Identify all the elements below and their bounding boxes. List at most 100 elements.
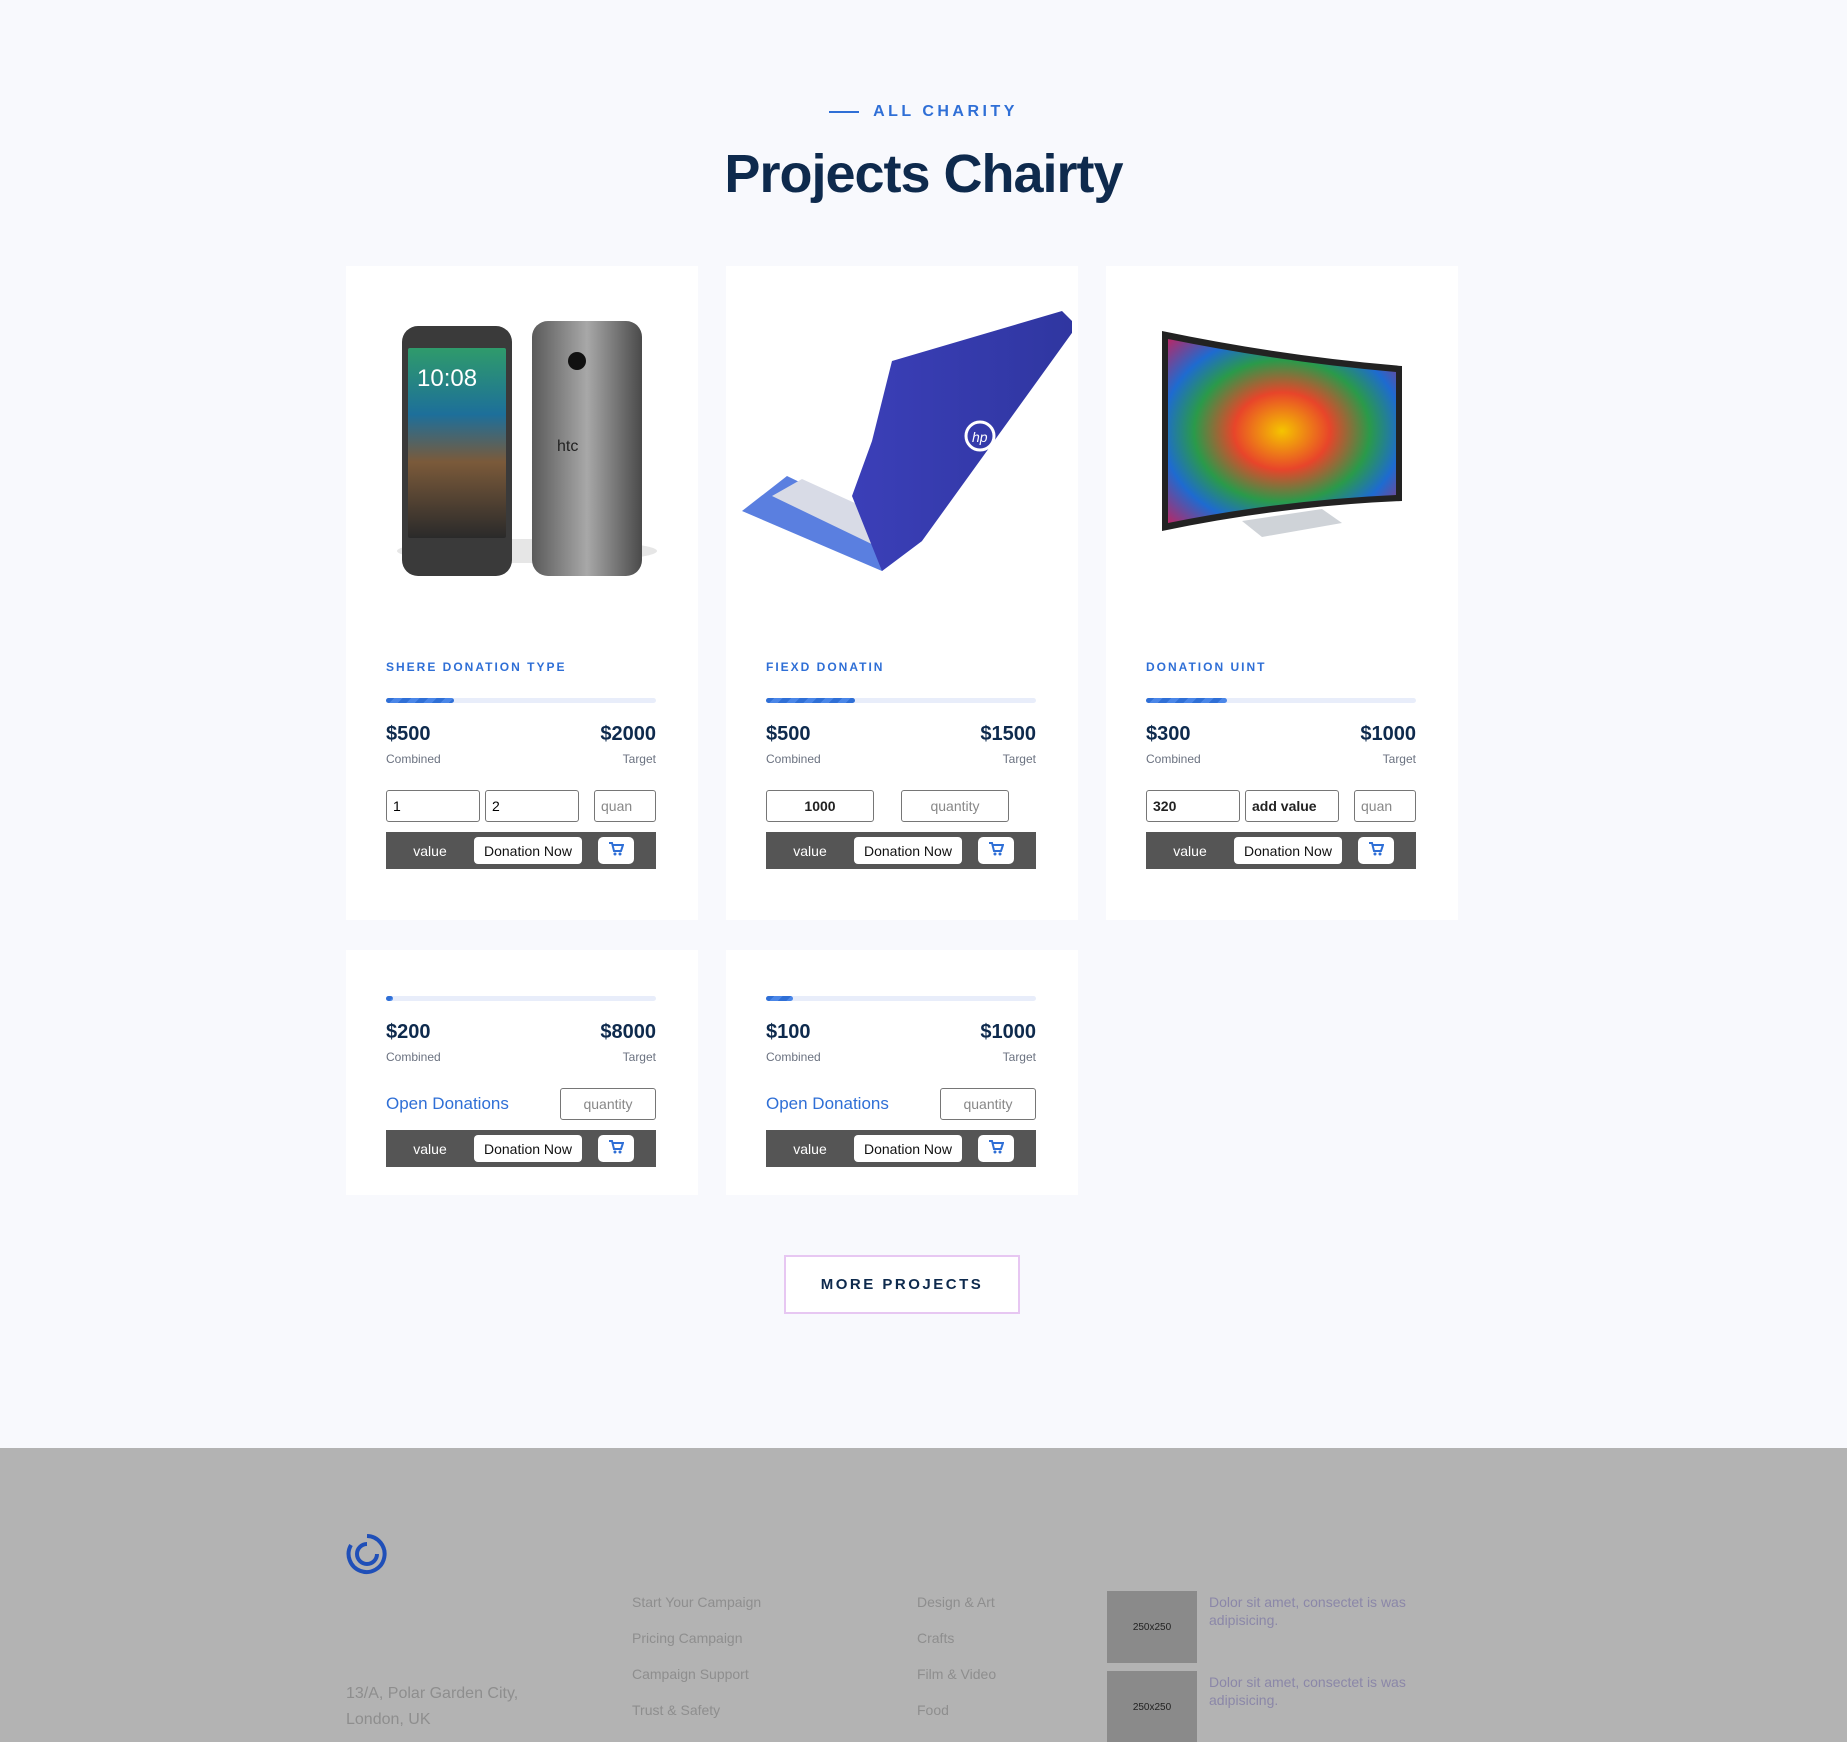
footer-link[interactable]: Food: [917, 1702, 996, 1738]
progress-bar: [766, 996, 1036, 1001]
svg-text:10:08: 10:08: [417, 365, 477, 392]
cart-button[interactable]: [597, 1135, 634, 1162]
project-card: $200 Combined $8000 Target Open Donations …: [346, 950, 698, 1195]
target-label: Target: [1002, 1050, 1036, 1064]
donation-now-button[interactable]: Donation Now: [1234, 837, 1342, 864]
target-label: Target: [1382, 752, 1416, 766]
footer-link[interactable]: Design & Art: [917, 1594, 996, 1630]
combined-label: Combined: [386, 1050, 441, 1064]
cart-button[interactable]: [977, 837, 1014, 864]
donation-input[interactable]: [766, 790, 874, 822]
progress-fill: [386, 698, 454, 703]
value-label: value: [793, 842, 827, 859]
progress-fill: [1146, 698, 1227, 703]
progress-bar: [1146, 698, 1416, 703]
donation-bar: value Donation Now: [386, 1130, 656, 1167]
eyebrow: ALL CHARITY: [829, 103, 1018, 121]
target-label: Target: [1002, 752, 1036, 766]
footer-link[interactable]: Film & Video: [917, 1666, 996, 1702]
project-card: DONATION UINT $300 Combined $1000 Target v…: [1106, 266, 1458, 920]
cart-icon: [1368, 842, 1385, 859]
progress-fill: [386, 996, 393, 1001]
donation-input-2[interactable]: [1245, 790, 1339, 822]
quantity-input[interactable]: [940, 1088, 1036, 1120]
footer-link[interactable]: Pricing Campaign: [632, 1630, 761, 1666]
footer-link[interactable]: Campaign Support: [632, 1666, 761, 1702]
cart-button[interactable]: [1357, 837, 1394, 864]
value-label: value: [1173, 842, 1207, 859]
post-thumbnail: 250x250: [1107, 1671, 1197, 1742]
footer-link[interactable]: Start Your Campaign: [632, 1594, 761, 1630]
target-amount: $8000: [600, 1021, 656, 1043]
target-amount: $1000: [1360, 723, 1416, 745]
post-text[interactable]: Dolor sit amet, consectet is was adipisi…: [1209, 1593, 1447, 1663]
donation-type: FIEXD DONATIN: [766, 660, 885, 674]
post-text[interactable]: Dolor sit amet, consectet is was adipisi…: [1209, 1673, 1447, 1742]
donation-type: SHERE DONATION TYPE: [386, 660, 567, 674]
project-card: 10:08 htc SHERE DONATION TYPE $500 Combin…: [346, 266, 698, 920]
donation-now-button[interactable]: Donation Now: [474, 1135, 582, 1162]
progress-bar: [386, 698, 656, 703]
value-label: value: [413, 1140, 447, 1157]
progress-bar: [386, 996, 656, 1001]
target-amount: $1500: [980, 723, 1036, 745]
cart-icon: [988, 842, 1005, 859]
combined-label: Combined: [1146, 752, 1201, 766]
quantity-input[interactable]: [594, 790, 656, 822]
target-amount: $1000: [980, 1021, 1036, 1043]
donation-bar: value Donation Now: [766, 1130, 1036, 1167]
target-label: Target: [622, 1050, 656, 1064]
donation-input-2[interactable]: [485, 790, 579, 822]
post-thumbnail: 250x250: [1107, 1591, 1197, 1663]
quantity-input[interactable]: [901, 790, 1009, 822]
value-label: value: [793, 1140, 827, 1157]
cart-button[interactable]: [977, 1135, 1014, 1162]
eyebrow-text: ALL CHARITY: [873, 103, 1018, 120]
section-header: ALL CHARITY Projects Chairty: [0, 100, 1847, 205]
donation-bar: value Donation Now: [766, 832, 1036, 869]
combined-label: Combined: [766, 1050, 821, 1064]
svg-text:htc: htc: [557, 438, 578, 455]
tv-image: [1106, 266, 1458, 596]
target-label: Target: [622, 752, 656, 766]
quantity-input[interactable]: [1354, 790, 1416, 822]
cart-icon: [608, 842, 625, 859]
combined-amount: $100: [766, 1021, 811, 1043]
donation-input-1[interactable]: [386, 790, 480, 822]
page-title: Projects Chairty: [724, 144, 1123, 204]
footer-link[interactable]: Crafts: [917, 1630, 996, 1666]
combined-label: Combined: [386, 752, 441, 766]
donation-input-1[interactable]: [1146, 790, 1240, 822]
laptop-image: hp: [726, 266, 1078, 596]
combined-label: Combined: [766, 752, 821, 766]
donation-now-button[interactable]: Donation Now: [854, 837, 962, 864]
more-projects-button[interactable]: MORE PROJECTS: [784, 1255, 1020, 1314]
footer-links-categories: Design & Art Crafts Film & Video Food: [917, 1594, 996, 1738]
donation-now-button[interactable]: Donation Now: [854, 1135, 962, 1162]
footer-link[interactable]: Trust & Safety: [632, 1702, 761, 1738]
open-donations-link[interactable]: Open Donations: [766, 1094, 889, 1114]
donation-bar: value Donation Now: [386, 832, 656, 869]
footer: 13/A, Polar Garden City, London, UK Star…: [0, 1448, 1847, 1742]
logo-icon[interactable]: [346, 1533, 388, 1580]
footer-links-campaign: Start Your Campaign Pricing Campaign Cam…: [632, 1594, 761, 1738]
cart-icon: [608, 1140, 625, 1157]
combined-amount: $200: [386, 1021, 431, 1043]
phone-image: 10:08 htc: [346, 266, 698, 596]
eyebrow-line: [829, 111, 860, 113]
progress-bar: [766, 698, 1036, 703]
donation-now-button[interactable]: Donation Now: [474, 837, 582, 864]
footer-post[interactable]: 250x250 Dolor sit amet, consectet is was…: [1107, 1671, 1447, 1742]
svg-text:hp: hp: [972, 429, 988, 445]
combined-amount: $500: [766, 723, 811, 745]
address-line: London, UK: [346, 1711, 431, 1728]
value-label: value: [413, 842, 447, 859]
progress-fill: [766, 996, 793, 1001]
quantity-input[interactable]: [560, 1088, 656, 1120]
cart-button[interactable]: [597, 837, 634, 864]
donation-bar: value Donation Now: [1146, 832, 1416, 869]
open-donations-link[interactable]: Open Donations: [386, 1094, 509, 1114]
footer-post[interactable]: 250x250 Dolor sit amet, consectet is was…: [1107, 1591, 1447, 1663]
address-line: 13/A, Polar Garden City,: [346, 1685, 519, 1702]
cart-icon: [988, 1140, 1005, 1157]
